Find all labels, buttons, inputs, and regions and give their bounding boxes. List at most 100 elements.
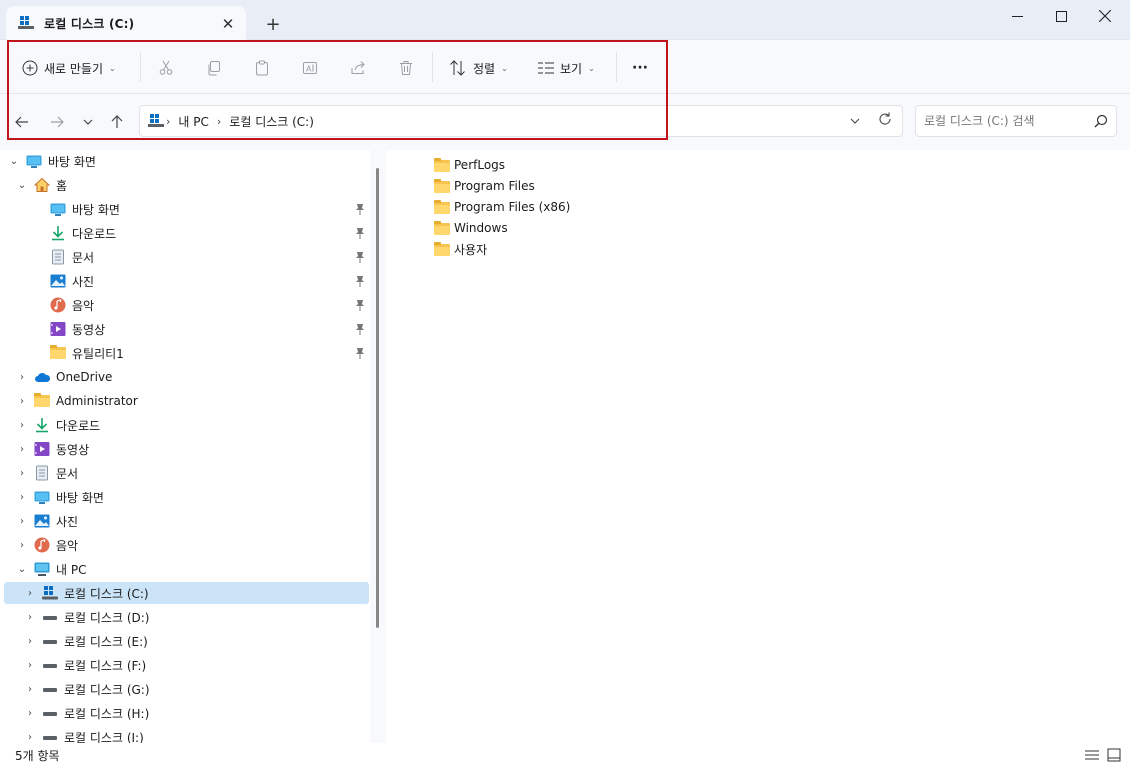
search-input[interactable]	[924, 112, 1084, 130]
nav-item[interactable]: › 동영상	[16, 438, 365, 460]
delete-button[interactable]	[398, 54, 414, 82]
minimize-button[interactable]	[994, 0, 1040, 32]
nav-item-label: 로컬 디스크 (D:)	[64, 610, 150, 625]
new-tab-button[interactable]: +	[262, 13, 284, 35]
nav-item[interactable]: › 로컬 디스크 (I:)	[24, 726, 365, 744]
chevron-down-icon[interactable]: ⌄	[8, 156, 20, 167]
nav-item[interactable]: › 다운로드	[16, 414, 365, 436]
nav-item-label: 음악	[56, 538, 79, 553]
paste-button[interactable]	[254, 54, 270, 82]
nav-item[interactable]: ⌄ 홈	[16, 174, 365, 196]
nav-item[interactable]: 동영상	[38, 318, 365, 340]
chevron-right-icon[interactable]: ›	[24, 612, 36, 623]
chevron-right-icon[interactable]: ›	[24, 708, 36, 719]
tab-local-disk-c[interactable]: 로컬 디스크 (C:) ✕	[6, 6, 246, 40]
nav-item[interactable]: 다운로드	[38, 222, 365, 244]
up-button[interactable]	[106, 113, 128, 131]
nav-item-label: 다운로드	[72, 226, 117, 241]
nav-item-label: 바탕 화면	[48, 154, 96, 169]
chevron-down-icon	[83, 119, 93, 125]
chevron-right-icon[interactable]: ›	[16, 396, 28, 407]
copy-button[interactable]	[206, 54, 222, 82]
chevron-down-icon[interactable]: ⌄	[16, 564, 28, 575]
share-button[interactable]	[350, 54, 366, 82]
folder-item[interactable]: PerfLogs	[434, 155, 505, 175]
nav-item[interactable]: › 문서	[16, 462, 365, 484]
chevron-down-icon[interactable]: ⌄	[16, 180, 28, 191]
nav-item-label: 문서	[56, 466, 79, 481]
nav-item[interactable]: › 로컬 디스크 (C:)	[4, 582, 369, 604]
nav-item-label: 동영상	[56, 442, 90, 457]
cut-icon	[159, 60, 173, 75]
search-icon[interactable]	[1094, 114, 1108, 128]
chevron-right-icon[interactable]: ›	[16, 468, 28, 479]
nav-item[interactable]: › 음악	[16, 534, 365, 556]
view-button[interactable]: 보기 ⌄	[538, 54, 595, 82]
maximize-button[interactable]	[1038, 0, 1084, 32]
chevron-right-icon[interactable]: ›	[16, 516, 28, 527]
nav-item[interactable]: › 로컬 디스크 (G:)	[24, 678, 365, 700]
forward-button[interactable]	[46, 113, 68, 131]
nav-item[interactable]: 바탕 화면	[38, 198, 365, 220]
nav-item[interactable]: 사진	[38, 270, 365, 292]
folder-item[interactable]: Program Files	[434, 176, 535, 196]
nav-item[interactable]: › 로컬 디스크 (F:)	[24, 654, 365, 676]
chevron-right-icon[interactable]: ›	[24, 684, 36, 695]
chevron-down-icon: ⌄	[501, 63, 508, 73]
more-options-button[interactable]: ···	[632, 54, 648, 82]
cut-button[interactable]	[158, 54, 174, 82]
refresh-button[interactable]	[878, 112, 892, 130]
details-view-icon[interactable]	[1085, 748, 1099, 762]
chevron-right-icon[interactable]: ›	[16, 444, 28, 455]
nav-item[interactable]: ⌄ 내 PC	[16, 558, 365, 580]
breadcrumb-my-pc[interactable]: 내 PC	[178, 113, 208, 130]
chevron-right-icon[interactable]: ›	[24, 660, 36, 671]
nav-item[interactable]: ⌄ 바탕 화면	[8, 150, 365, 172]
folder-name: Windows	[454, 221, 508, 235]
chevron-right-icon[interactable]: ›	[16, 420, 28, 431]
nav-item[interactable]: › Administrator	[16, 390, 365, 412]
breadcrumb-local-disk-c[interactable]: 로컬 디스크 (C:)	[229, 113, 314, 130]
rename-button[interactable]: A	[302, 54, 318, 82]
nav-item-label: 로컬 디스크 (E:)	[64, 634, 148, 649]
chevron-right-icon[interactable]: ›	[24, 732, 36, 743]
chevron-right-icon[interactable]: ›	[24, 588, 36, 599]
nav-item[interactable]: 음악	[38, 294, 365, 316]
view-list-icon	[538, 62, 554, 74]
scrollbar-thumb[interactable]	[376, 168, 379, 628]
nav-item[interactable]: › 로컬 디스크 (E:)	[24, 630, 365, 652]
back-button[interactable]	[11, 113, 33, 131]
folder-item[interactable]: Program Files (x86)	[434, 197, 570, 217]
sort-button[interactable]: 정렬 ⌄	[449, 54, 508, 82]
nav-item[interactable]: › OneDrive	[16, 366, 365, 388]
nav-item[interactable]: 문서	[38, 246, 365, 268]
chevron-right-icon[interactable]: ›	[16, 372, 28, 383]
address-bar[interactable]: › 내 PC › 로컬 디스크 (C:)	[139, 105, 903, 137]
system-drive-icon	[148, 113, 164, 129]
recent-locations-button[interactable]	[77, 113, 99, 131]
tiles-view-icon[interactable]	[1107, 748, 1121, 762]
folder-item[interactable]: Windows	[434, 218, 508, 238]
chevron-right-icon[interactable]: ›	[24, 636, 36, 647]
search-box[interactable]	[915, 105, 1117, 137]
nav-item[interactable]: › 로컬 디스크 (D:)	[24, 606, 365, 628]
nav-item[interactable]: › 사진	[16, 510, 365, 532]
onedrive-icon	[34, 369, 51, 385]
folder-icon	[434, 158, 452, 172]
new-button[interactable]: 새로 만들기 ⌄	[22, 54, 116, 82]
pin-icon	[355, 251, 365, 266]
drive-icon	[42, 633, 58, 649]
chevron-right-icon[interactable]: ›	[16, 492, 28, 503]
nav-item-label: 유틸리티1	[72, 346, 124, 361]
chevron-right-icon[interactable]: ›	[16, 540, 28, 551]
nav-item[interactable]: › 로컬 디스크 (H:)	[24, 702, 365, 724]
breadcrumb-chevron-icon[interactable]: ›	[217, 115, 221, 128]
close-button[interactable]	[1082, 0, 1128, 32]
nav-item[interactable]: 유틸리티1	[38, 342, 365, 364]
folder-item[interactable]: 사용자	[434, 239, 487, 259]
address-history-dropdown[interactable]	[850, 114, 860, 127]
tab-close-button[interactable]: ✕	[218, 14, 238, 34]
nav-item[interactable]: › 바탕 화면	[16, 486, 365, 508]
folder-name: Program Files	[454, 179, 535, 193]
breadcrumb-chevron-icon[interactable]: ›	[166, 115, 170, 128]
